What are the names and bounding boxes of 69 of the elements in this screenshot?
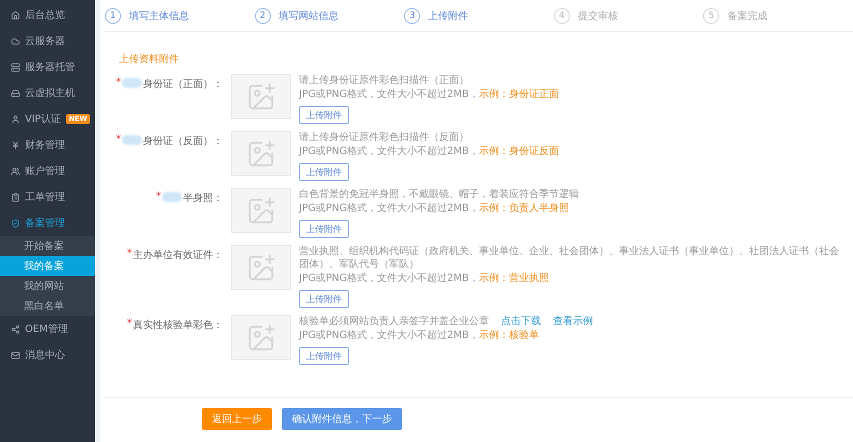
- step-label: 备案完成: [727, 10, 768, 22]
- menu-icon: [11, 88, 20, 98]
- field-label: 真实性核验单彩色：: [133, 318, 223, 332]
- menu-icon: [11, 62, 20, 72]
- submenu-item[interactable]: 我的网站: [0, 276, 95, 296]
- upload-button[interactable]: 上传附件: [299, 347, 349, 365]
- upload-button[interactable]: 上传附件: [299, 106, 349, 124]
- format-hint: JPG或PNG格式，文件大小不超过2MB，示例：身份证反面: [299, 145, 560, 158]
- sidebar-item[interactable]: 备案管理: [0, 210, 95, 236]
- submenu-item[interactable]: 开始备案: [0, 236, 95, 256]
- sidebar-item[interactable]: 财务管理: [0, 132, 95, 158]
- menu-icon: [11, 218, 20, 228]
- upload-button[interactable]: 上传附件: [299, 220, 349, 238]
- step-number: 5: [703, 8, 720, 24]
- add-image-icon: [246, 322, 276, 352]
- sidebar-item[interactable]: 云虚拟主机: [0, 80, 95, 106]
- format-hint: JPG或PNG格式，文件大小不超过2MB，示例：身份证正面: [299, 88, 560, 101]
- upload-description: 请上传身份证原件彩色扫描件（反面）: [299, 132, 469, 143]
- format-hint: JPG或PNG格式，文件大小不超过2MB，示例：营业执照: [299, 272, 550, 285]
- menu-icon: [11, 166, 20, 176]
- add-image-icon: [246, 196, 276, 226]
- upload-description: 营业执照、组织机构代码证（政府机关、事业单位、企业、社会团体）、事业法人证书（事业单位）、社团法人证书（社会团体）、军队代号（军队）: [299, 246, 839, 270]
- field-label: 身份证（反面）：: [143, 135, 223, 148]
- upload-description: 白色背景的免冠半身照，不戴眼镜、帽子，着装应符合季节逻辑: [299, 189, 579, 200]
- required-mark: *: [116, 77, 121, 88]
- field-label: 身份证（正面）：: [143, 78, 223, 91]
- sidebar-item[interactable]: 消息中心: [0, 342, 95, 368]
- required-mark: *: [156, 191, 161, 202]
- step-number: 2: [254, 8, 271, 24]
- sidebar-item[interactable]: 工单管理: [0, 184, 95, 210]
- menu-icon: [11, 324, 20, 334]
- step-label: 上传附件: [428, 10, 468, 22]
- step-number: 1: [105, 8, 121, 24]
- step-number: 4: [554, 8, 570, 24]
- step-label: 提交审核: [578, 10, 618, 22]
- submenu-item[interactable]: 我的备案: [0, 256, 95, 276]
- menu-icon: [11, 10, 20, 20]
- sidebar-item[interactable]: 后台总览: [0, 2, 95, 28]
- menu-icon: [11, 350, 20, 360]
- section-title: 上传资料附件: [119, 52, 180, 66]
- upload-description: 核验单必须网站负责人亲签字并盖企业公章: [299, 316, 489, 327]
- format-hint: JPG或PNG格式，文件大小不超过2MB，示例：负责人半身照: [299, 202, 570, 215]
- required-mark: *: [127, 248, 132, 259]
- submenu-item[interactable]: 黑白名单: [0, 296, 95, 316]
- upload-button[interactable]: 上传附件: [299, 163, 349, 181]
- step-number: 3: [404, 8, 420, 24]
- add-image-icon: [246, 252, 276, 282]
- sidebar-item[interactable]: 服务器托管: [0, 54, 95, 80]
- help-link[interactable]: 查看示例: [553, 316, 593, 327]
- upload-button[interactable]: 上传附件: [299, 290, 349, 308]
- step-label: 填写网站信息: [278, 10, 339, 22]
- sidebar-item[interactable]: 账户管理: [0, 158, 95, 184]
- format-hint: JPG或PNG格式，文件大小不超过2MB，示例：核验单: [299, 329, 540, 342]
- upload-description: 请上传身份证原件彩色扫描件（正面）: [299, 75, 469, 86]
- sidebar-item[interactable]: 云服务器: [0, 28, 95, 54]
- add-image-icon: [246, 82, 276, 112]
- required-mark: *: [116, 134, 121, 145]
- help-link[interactable]: 点击下载: [501, 316, 541, 327]
- menu-icon: [11, 114, 20, 124]
- menu-icon: [11, 36, 20, 46]
- menu-icon: [11, 192, 20, 202]
- field-label: 主办单位有效证件：: [133, 248, 223, 262]
- step-label: 填写主体信息: [129, 10, 189, 22]
- field-label: 半身照：: [183, 192, 223, 205]
- next-step-button[interactable]: 确认附件信息，下一步: [282, 408, 402, 430]
- add-image-icon: [246, 138, 276, 168]
- menu-icon: [11, 140, 20, 150]
- sidebar-item[interactable]: OEM管理: [0, 316, 95, 342]
- required-mark: *: [127, 318, 132, 329]
